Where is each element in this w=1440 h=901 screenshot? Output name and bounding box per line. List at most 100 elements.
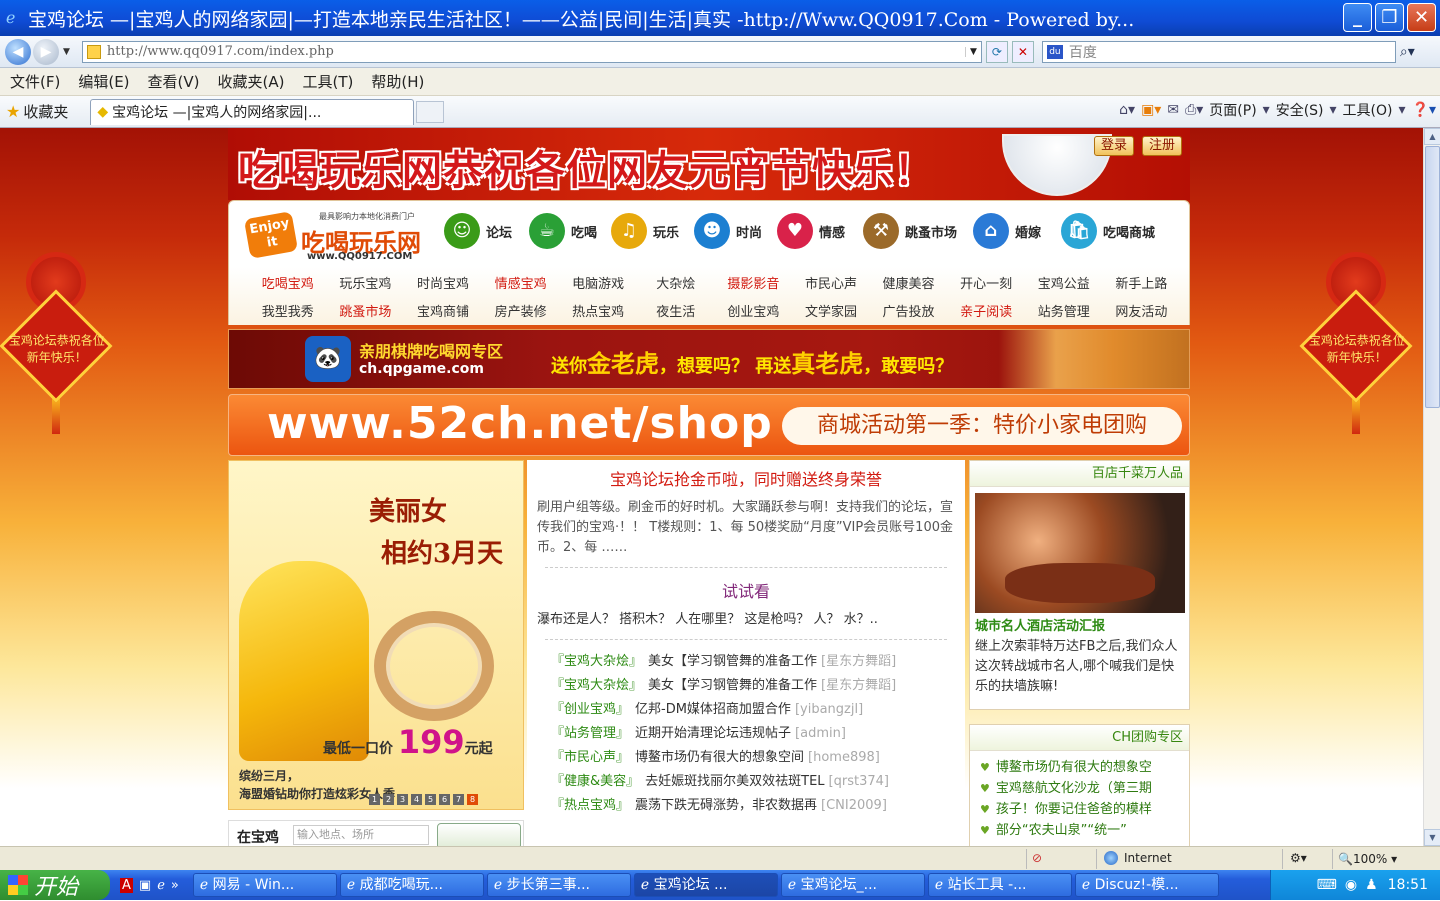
address-input[interactable]: http://www.qq0917.com/index.php ▼	[81, 40, 982, 63]
channel-forum[interactable]: ☺ 论坛	[444, 213, 512, 249]
jewelry-ad[interactable]: 美丽女 相约3月天 最低一口价 199元起 缤纷三月， 海盟婚钻助你打造炫彩女人季…	[228, 460, 524, 810]
maximize-button[interactable]: ❐	[1375, 3, 1404, 32]
channel-eat[interactable]: ☕ 吃喝	[529, 213, 597, 249]
nav-link[interactable]: 网友活动	[1103, 301, 1181, 320]
nav-link[interactable]: 跳蚤市场	[327, 301, 405, 320]
favorites-button[interactable]: 收藏夹	[23, 101, 68, 122]
menu-favorites[interactable]: 收藏夹(A)	[218, 71, 285, 92]
taskbar-item[interactable]: ℯ 步长第三事...	[486, 873, 631, 897]
list-item[interactable]: 『宝鸡大杂烩』 美女【学习钢管舞的准备工作 [星东方舞蹈]	[551, 674, 965, 698]
tab-active[interactable]: ◆ 宝鸡论坛 —|宝鸡人的网络家园|...	[90, 98, 415, 125]
site-logo[interactable]: Enjoy it 最具影响力本地化消费门户 吃喝玩乐网 www.QQ0917.C…	[243, 211, 427, 262]
ie-quicklaunch-icon[interactable]: ℯ	[157, 878, 165, 893]
nav-link[interactable]: 广告投放	[870, 301, 948, 320]
scroll-down-icon[interactable]: ▼	[1424, 829, 1440, 846]
list-item[interactable]: 『创业宝鸡』 亿邦-DM媒体招商加盟合作 [yibangzjl]	[551, 698, 965, 722]
taskbar-item-active[interactable]: ℯ 宝鸡论坛 ...	[633, 873, 778, 897]
list-item[interactable]: 部分“农夫山泉”“统一”	[980, 820, 1189, 841]
nav-link[interactable]: 夜生活	[637, 301, 715, 320]
mail-icon[interactable]: ✉	[1167, 102, 1179, 118]
activity-photo[interactable]	[975, 493, 1185, 613]
list-item[interactable]: 宝鸡慈航文化沙龙（第三期	[980, 778, 1189, 799]
list-item[interactable]: 『市民心声』 博鳌市场仍有很大的想象空间 [home898]	[551, 746, 965, 770]
pager-dot-active[interactable]: 8	[467, 794, 478, 805]
pager-dot[interactable]: 7	[453, 794, 464, 805]
minimize-button[interactable]: _	[1343, 3, 1372, 32]
nav-link[interactable]: 热点宝鸡	[559, 301, 637, 320]
new-tab-button[interactable]	[416, 100, 445, 123]
taskbar-item[interactable]: ℯ 网易 - Win...	[192, 873, 337, 897]
nav-link[interactable]: 房产装修	[482, 301, 560, 320]
nav-link[interactable]: 玩乐宝鸡	[327, 273, 405, 292]
channel-fashion[interactable]: ☻ 时尚	[694, 213, 762, 249]
nav-link[interactable]: 亲子阅读	[947, 301, 1025, 320]
protected-mode-icon[interactable]: ⚙▾	[1290, 851, 1307, 865]
nav-link[interactable]: 电脑游戏	[559, 273, 637, 292]
quiz-title[interactable]: 试试看	[527, 578, 965, 602]
channel-flea-market[interactable]: ⚒ 跳蚤市场	[863, 213, 957, 249]
pager-dot[interactable]: 1	[369, 794, 380, 805]
history-dropdown-icon[interactable]: ▼	[63, 47, 70, 57]
list-item[interactable]: 『宝鸡大杂烩』 美女【学习钢管舞的准备工作 [星东方舞蹈]	[551, 650, 965, 674]
nav-link[interactable]: 创业宝鸡	[715, 301, 793, 320]
headline-link[interactable]: 宝鸡论坛抢金币啦，同时赠送终身荣誉	[527, 466, 965, 490]
network-icon[interactable]: ◉	[1345, 877, 1357, 893]
stop-button[interactable]: ✕	[1011, 40, 1034, 63]
scroll-up-icon[interactable]: ▲	[1424, 128, 1440, 145]
tools-menu[interactable]: 工具(O)	[1343, 100, 1393, 120]
favorites-star-icon[interactable]: ★	[6, 102, 20, 121]
list-item[interactable]: 『健康&美容』 去妊娠斑找丽尔美双效祛斑TEL [qrst374]	[551, 770, 965, 794]
nav-link[interactable]: 宝鸡商铺	[404, 301, 482, 320]
window-titlebar[interactable]: ℯ 宝鸡论坛 —|宝鸡人的网络家园|—打造本地亲民生活社区！——公益|民间|生活…	[0, 0, 1440, 36]
help-icon[interactable]: ❓▾	[1412, 102, 1436, 118]
nav-link[interactable]: 摄影影音	[715, 273, 793, 292]
pager-dot[interactable]: 3	[397, 794, 408, 805]
register-button[interactable]: 注册	[1142, 136, 1183, 156]
menu-help[interactable]: 帮助(H)	[371, 71, 424, 92]
privacy-icon[interactable]: ⊘	[1032, 851, 1042, 865]
nav-link[interactable]: 情感宝鸡	[482, 273, 560, 292]
channel-play[interactable]: ♫ 玩乐	[611, 213, 679, 249]
channel-shop[interactable]: 🛍 吃喝商城	[1061, 213, 1155, 249]
nav-link[interactable]: 开心一刻	[947, 273, 1025, 292]
more-icon[interactable]: »	[171, 878, 179, 893]
search-icon[interactable]: ⌕▾	[1400, 41, 1430, 63]
pager-dot[interactable]: 5	[425, 794, 436, 805]
nav-link[interactable]: 大杂烩	[637, 273, 715, 292]
pager-dot[interactable]: 2	[383, 794, 394, 805]
nav-link[interactable]: 时尚宝鸡	[404, 273, 482, 292]
channel-emotion[interactable]: ♥ 情感	[777, 213, 845, 249]
nav-link[interactable]: 站务管理	[1025, 301, 1103, 320]
desktop-icon[interactable]: ▣	[139, 878, 151, 893]
menu-tools[interactable]: 工具(T)	[302, 71, 353, 92]
local-search-button[interactable]	[437, 823, 521, 846]
acrobat-icon[interactable]: A	[120, 877, 133, 893]
refresh-button[interactable]: ⟳	[985, 40, 1008, 63]
keyboard-icon[interactable]: ⌨	[1317, 877, 1337, 893]
close-button[interactable]: ✕	[1407, 3, 1436, 32]
page-menu[interactable]: 页面(P)	[1209, 100, 1256, 120]
address-dropdown-icon[interactable]: ▼	[964, 46, 981, 57]
list-item[interactable]: 『热点宝鸡』 震荡下跌无碍涨势，非农数据再 [CNI2009]	[551, 794, 965, 818]
pager-dot[interactable]: 6	[439, 794, 450, 805]
activity-title[interactable]: 城市名人酒店活动汇报	[975, 615, 1105, 634]
nav-link[interactable]: 宝鸡公益	[1025, 273, 1103, 292]
safety-menu[interactable]: 安全(S)	[1276, 100, 1324, 120]
address-url[interactable]: http://www.qq0917.com/index.php	[107, 44, 965, 59]
search-input[interactable]: du 百度	[1041, 40, 1396, 63]
qpgame-ad-banner[interactable]: 🐼 亲朋棋牌吃喝网专区 ch.qpgame.com 送你金老虎，想要吗？ 再送真…	[228, 329, 1190, 389]
forward-button[interactable]: ▶	[33, 38, 59, 65]
list-item[interactable]: 博鳌市场仍有很大的想象空	[980, 757, 1189, 778]
clock[interactable]: 18:51	[1388, 877, 1428, 893]
pager-dot[interactable]: 4	[411, 794, 422, 805]
home-icon[interactable]: ⌂▾	[1119, 102, 1135, 118]
vertical-scrollbar[interactable]: ▲ ▼	[1423, 128, 1440, 846]
menu-file[interactable]: 文件(F)	[10, 71, 60, 92]
shop-ad-banner[interactable]: www.52ch.net/shop 商城活动第一季：特价小家电团购	[228, 394, 1190, 456]
nav-link[interactable]: 市民心声	[792, 273, 870, 292]
nav-link[interactable]: 吃喝宝鸡	[249, 273, 327, 292]
scroll-thumb[interactable]	[1425, 146, 1440, 408]
start-button[interactable]: 开始	[0, 870, 110, 900]
menu-view[interactable]: 查看(V)	[148, 71, 200, 92]
taskbar-item[interactable]: ℯ 宝鸡论坛_...	[780, 873, 925, 897]
